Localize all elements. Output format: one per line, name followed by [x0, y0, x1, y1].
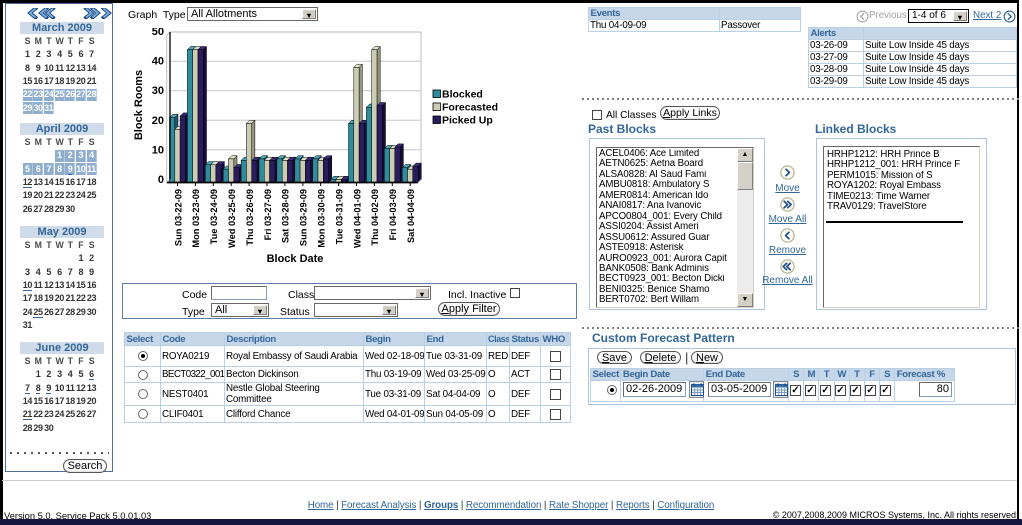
svg-text:Thu 04-02-09: Thu 04-02-09 — [370, 189, 380, 246]
svg-text:20: 20 — [152, 115, 164, 127]
svg-text:50: 50 — [152, 28, 164, 38]
svg-text:Mon 03-23-09: Mon 03-23-09 — [191, 189, 201, 248]
svg-text:Picked Up: Picked Up — [442, 115, 493, 127]
svg-text:Wed 03-25-09: Wed 03-25-09 — [227, 189, 237, 248]
svg-text:40: 40 — [152, 56, 164, 68]
svg-text:Block Rooms: Block Rooms — [133, 70, 145, 140]
svg-text:Blocked: Blocked — [442, 89, 483, 101]
svg-text:30: 30 — [152, 85, 164, 97]
svg-text:Tue 03-31-09: Tue 03-31-09 — [334, 189, 344, 244]
svg-text:Sat 03-28-09: Sat 03-28-09 — [281, 189, 291, 243]
svg-text:Forecasted: Forecasted — [442, 102, 498, 114]
svg-text:Tue 03-24-09: Tue 03-24-09 — [209, 189, 219, 244]
svg-text:Thu 03-26-09: Thu 03-26-09 — [245, 189, 255, 246]
svg-text:Sat 04-04-09: Sat 04-04-09 — [406, 189, 416, 243]
svg-text:0: 0 — [158, 174, 164, 186]
svg-text:Sun 03-29-09: Sun 03-29-09 — [299, 189, 309, 246]
svg-text:Sun 03-22-09: Sun 03-22-09 — [173, 189, 183, 246]
svg-text:Mon 03-30-09: Mon 03-30-09 — [317, 189, 327, 248]
svg-text:Wed 04-01-09: Wed 04-01-09 — [352, 189, 362, 248]
svg-text:Block Date: Block Date — [267, 253, 324, 265]
svg-text:10: 10 — [152, 144, 164, 156]
svg-text:Fri 04-03-09: Fri 04-03-09 — [388, 189, 398, 240]
svg-text:Fri 03-27-09: Fri 03-27-09 — [263, 189, 273, 240]
